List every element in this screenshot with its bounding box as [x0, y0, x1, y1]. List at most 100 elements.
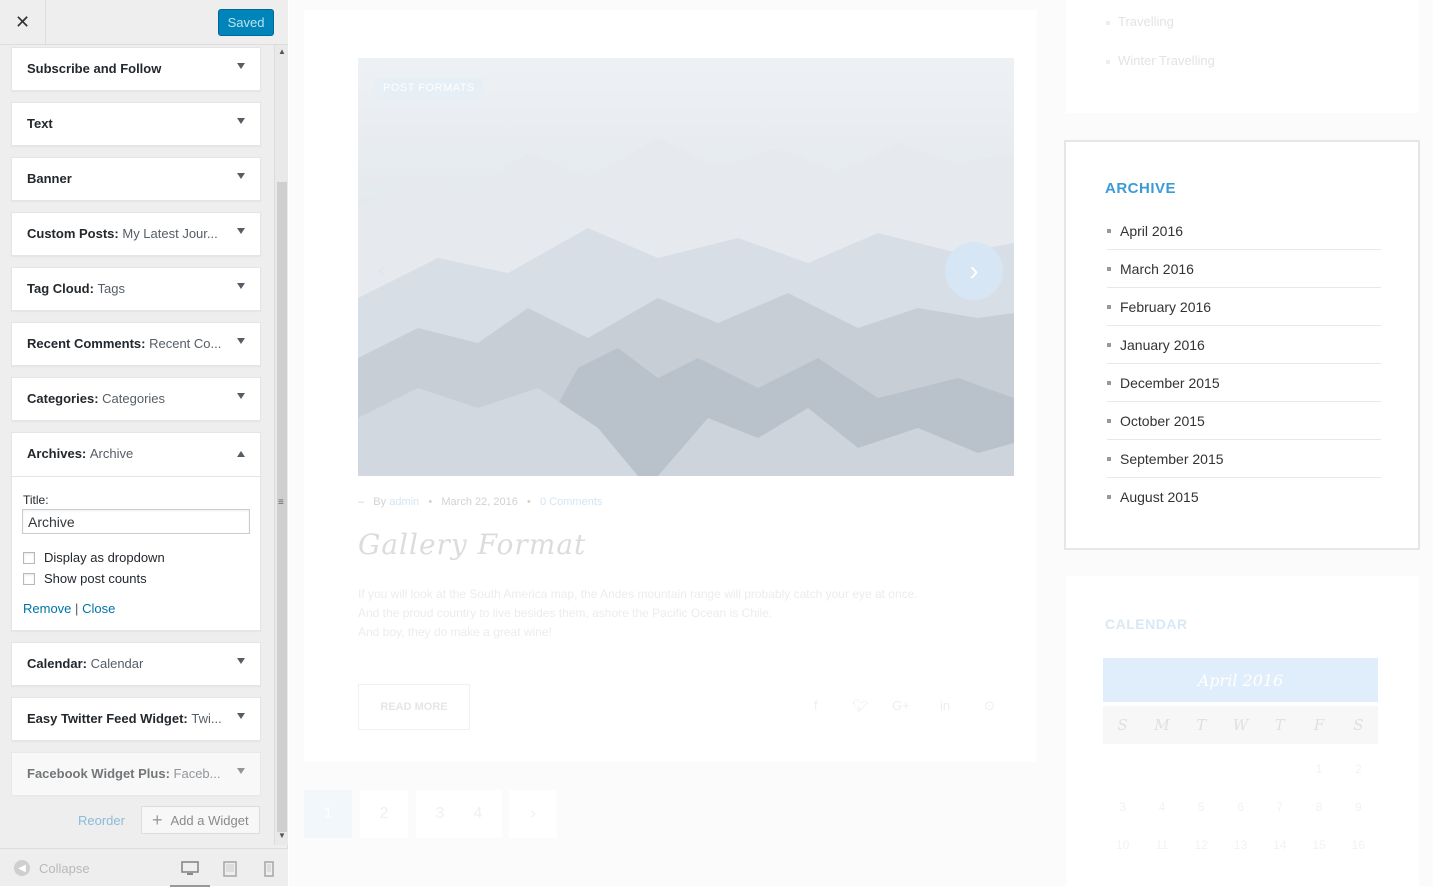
next-page-button[interactable]: ›: [509, 790, 557, 838]
facebook-icon[interactable]: f: [814, 698, 818, 713]
mobile-preview-button[interactable]: [249, 859, 289, 887]
expand-arrow-icon[interactable]: [237, 283, 245, 289]
page-1-button[interactable]: 1: [304, 790, 352, 838]
archive-item[interactable]: December 2015: [1107, 364, 1381, 402]
calendar-day[interactable]: [1221, 762, 1260, 776]
calendar-day[interactable]: 4: [1142, 800, 1181, 814]
close-widget-link[interactable]: Close: [82, 601, 115, 616]
calendar-day[interactable]: 10: [1103, 838, 1142, 852]
widget-facebook-widget-plus[interactable]: Facebook Widget Plus: Faceb...: [11, 752, 261, 796]
calendar-day[interactable]: 5: [1182, 800, 1221, 814]
expand-arrow-icon[interactable]: [237, 118, 245, 124]
expand-arrow-icon[interactable]: [237, 63, 245, 69]
widget-tag-cloud[interactable]: Tag Cloud: Tags: [11, 267, 261, 311]
calendar-day[interactable]: 12: [1182, 838, 1221, 852]
widget-recent-comments[interactable]: Recent Comments: Recent Co...: [11, 322, 261, 366]
gallery-prev-icon[interactable]: ‹: [378, 256, 386, 284]
post-comments-link[interactable]: 0 Comments: [540, 496, 602, 508]
weekday: W: [1232, 716, 1249, 734]
widget-name: Archives: [27, 446, 82, 461]
google-plus-icon[interactable]: G+: [892, 698, 910, 713]
weekday: M: [1154, 716, 1170, 734]
widget-easy-twitter-feed[interactable]: Easy Twitter Feed Widget: Twi...: [11, 697, 261, 741]
widget-categories[interactable]: Categories: Categories: [11, 377, 261, 421]
expand-arrow-icon[interactable]: [237, 338, 245, 344]
calendar-day[interactable]: [1142, 762, 1181, 776]
collapse-button[interactable]: ◀ Collapse: [14, 860, 90, 876]
archive-item[interactable]: August 2015: [1107, 478, 1381, 516]
archive-item[interactable]: March 2016: [1107, 250, 1381, 288]
expand-arrow-icon[interactable]: [237, 768, 245, 774]
widget-name: Recent Comments: [27, 336, 142, 351]
collapse-arrow-icon[interactable]: [237, 451, 245, 457]
expand-arrow-icon[interactable]: [237, 393, 245, 399]
expand-arrow-icon[interactable]: [237, 658, 245, 664]
add-widget-button[interactable]: + Add a Widget: [141, 806, 260, 834]
widget-custom-posts[interactable]: Custom Posts: My Latest Jour...: [11, 212, 261, 256]
sidebar-scrollbar[interactable]: ▲ ≡ ▼: [274, 45, 288, 845]
calendar-day[interactable]: 3: [1103, 800, 1142, 814]
expand-arrow-icon[interactable]: [237, 713, 245, 719]
pinterest-icon[interactable]: ⊙: [984, 698, 995, 714]
archive-item[interactable]: January 2016: [1107, 326, 1381, 364]
scroll-up-icon[interactable]: ▲: [278, 47, 286, 56]
widget-calendar[interactable]: Calendar: Calendar: [11, 642, 261, 686]
calendar-weekdays: S M T W T F S: [1103, 706, 1378, 744]
show-post-counts-label: Show post counts: [44, 571, 147, 586]
calendar-day[interactable]: 11: [1142, 838, 1181, 852]
calendar-day[interactable]: [1260, 762, 1299, 776]
remove-widget-link[interactable]: Remove: [23, 601, 71, 616]
expand-arrow-icon[interactable]: [237, 228, 245, 234]
calendar-day[interactable]: [1103, 762, 1142, 776]
calendar-day[interactable]: 2: [1339, 762, 1378, 776]
calendar-day[interactable]: [1182, 762, 1221, 776]
post-title[interactable]: Gallery Format: [358, 528, 586, 561]
tablet-preview-button[interactable]: [210, 859, 250, 887]
scrollbar-thumb[interactable]: ≡: [277, 182, 287, 832]
title-input[interactable]: [22, 509, 250, 534]
category-item[interactable]: Winter Travelling: [1106, 53, 1215, 68]
page-4-button[interactable]: 4: [454, 790, 502, 838]
widget-name: Custom Posts: [27, 226, 115, 241]
widget-text[interactable]: Text: [11, 102, 261, 146]
expand-arrow-icon[interactable]: [237, 173, 245, 179]
widget-banner[interactable]: Banner: [11, 157, 261, 201]
calendar-day[interactable]: 16: [1339, 838, 1378, 852]
close-customizer-button[interactable]: ✕: [0, 0, 46, 45]
calendar-day[interactable]: 9: [1339, 800, 1378, 814]
site-preview: POST FORMATS ‹ › – By admin • March 22, …: [289, 0, 1433, 886]
linkedin-icon[interactable]: in: [940, 698, 950, 713]
page-2-button[interactable]: 2: [360, 790, 408, 838]
show-post-counts-checkbox[interactable]: [23, 572, 35, 585]
calendar-day[interactable]: 13: [1221, 838, 1260, 852]
calendar-day[interactable]: 15: [1299, 838, 1338, 852]
desktop-preview-button[interactable]: [170, 859, 210, 887]
read-more-button[interactable]: READ MORE: [358, 684, 470, 730]
archive-item[interactable]: September 2015: [1107, 440, 1381, 478]
post-excerpt: If you will look at the South America ma…: [358, 585, 998, 642]
widget-subtitle: Twi...: [191, 711, 222, 726]
category-badge[interactable]: POST FORMATS: [375, 78, 483, 98]
gallery-next-button[interactable]: ›: [945, 242, 1003, 300]
category-item[interactable]: Travelling: [1106, 14, 1174, 29]
calendar-week: 10 11 12 13 14 15 16: [1103, 838, 1378, 852]
collapse-icon: ◀: [14, 860, 30, 876]
calendar-day[interactable]: 1: [1299, 762, 1338, 776]
archive-item[interactable]: April 2016: [1107, 212, 1381, 250]
widget-subscribe-and-follow[interactable]: Subscribe and Follow: [11, 47, 261, 91]
archive-item[interactable]: October 2015: [1107, 402, 1381, 440]
calendar-day[interactable]: 8: [1299, 800, 1338, 814]
calendar-day[interactable]: 14: [1260, 838, 1299, 852]
archive-widget-preview: ARCHIVE April 2016 March 2016 February 2…: [1064, 140, 1420, 550]
post-author-link[interactable]: admin: [389, 496, 419, 508]
archive-item[interactable]: February 2016: [1107, 288, 1381, 326]
widget-archives-header[interactable]: Archives: Archive: [12, 433, 260, 477]
scroll-down-icon[interactable]: ▼: [278, 831, 286, 840]
reorder-link[interactable]: Reorder: [78, 813, 125, 828]
calendar-day[interactable]: 7: [1260, 800, 1299, 814]
weekday: T: [1196, 716, 1207, 734]
saved-button[interactable]: Saved: [218, 9, 274, 36]
display-as-dropdown-checkbox[interactable]: [23, 551, 35, 564]
calendar-day[interactable]: 6: [1221, 800, 1260, 814]
twitter-icon[interactable]: 🐦︎: [852, 698, 869, 714]
